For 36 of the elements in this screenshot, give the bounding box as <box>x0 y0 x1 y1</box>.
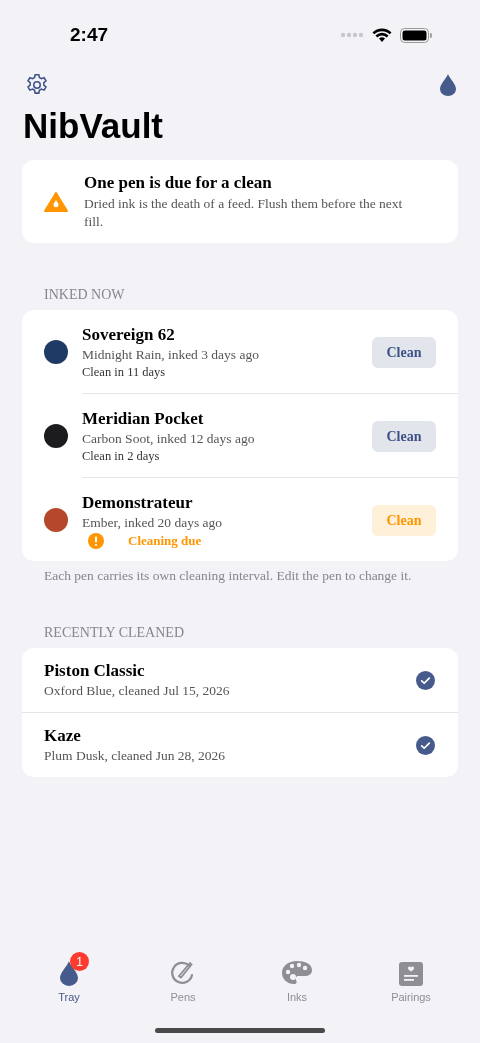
alert-message: Dried ink is the death of a feed. Flush them before the next fill. <box>84 195 404 231</box>
pen-ink-detail: Ember, inked 20 days ago <box>82 514 223 532</box>
signal-icon <box>340 32 364 38</box>
tab-item[interactable]: 1 Tray <box>24 947 114 1003</box>
pen-ink-detail: Carbon Soot, inked 12 days ago <box>82 430 255 448</box>
alert-title: One pen is due for a clean <box>84 173 273 193</box>
pen-name: Kaze <box>44 725 81 746</box>
pen-ink-detail: Midnight Rain, inked 3 days ago <box>82 346 259 364</box>
notification-badge: 1 <box>70 952 89 971</box>
pen-name: Demonstrateur <box>82 492 193 513</box>
battery-icon <box>400 27 432 43</box>
cleaning-status: Clean in 11 days <box>82 364 166 381</box>
tab-item[interactable]: Pens <box>138 947 228 1003</box>
warning-icon <box>44 192 68 212</box>
pen-name: Sovereign 62 <box>82 324 175 345</box>
status-time: 2:47 <box>70 24 109 46</box>
ink-drop-icon <box>60 961 78 986</box>
cleaned-detail: Oxford Blue, cleaned Jul 15, 2026 <box>44 682 230 700</box>
clean-button[interactable]: Clean <box>372 421 436 452</box>
pen-name: Meridian Pocket <box>82 408 204 429</box>
section-header: RECENTLY CLEANED <box>44 625 184 641</box>
cleaning-status: Cleaning due <box>128 532 202 549</box>
pen-name: Piston Classic <box>44 660 145 681</box>
tab-item[interactable]: Pairings <box>366 947 456 1003</box>
clean-button[interactable]: Clean <box>372 337 436 368</box>
card-icon <box>399 962 423 986</box>
cleaning-status: Clean in 2 days <box>82 448 160 465</box>
section-footer: Each pen carries its own cleaning interval. Edit the pen to change it. <box>44 567 429 585</box>
section-header: INKED NOW <box>44 287 125 303</box>
wifi-icon <box>372 27 392 43</box>
tab-item[interactable]: Inks <box>252 947 342 1003</box>
cleaned-detail: Plum Dusk, cleaned Jun 28, 2026 <box>44 747 226 765</box>
ink-drop-icon[interactable] <box>440 74 456 96</box>
clean-button[interactable]: Clean <box>372 505 436 536</box>
app-title: NibVault <box>23 106 164 146</box>
palette-icon <box>281 960 313 986</box>
